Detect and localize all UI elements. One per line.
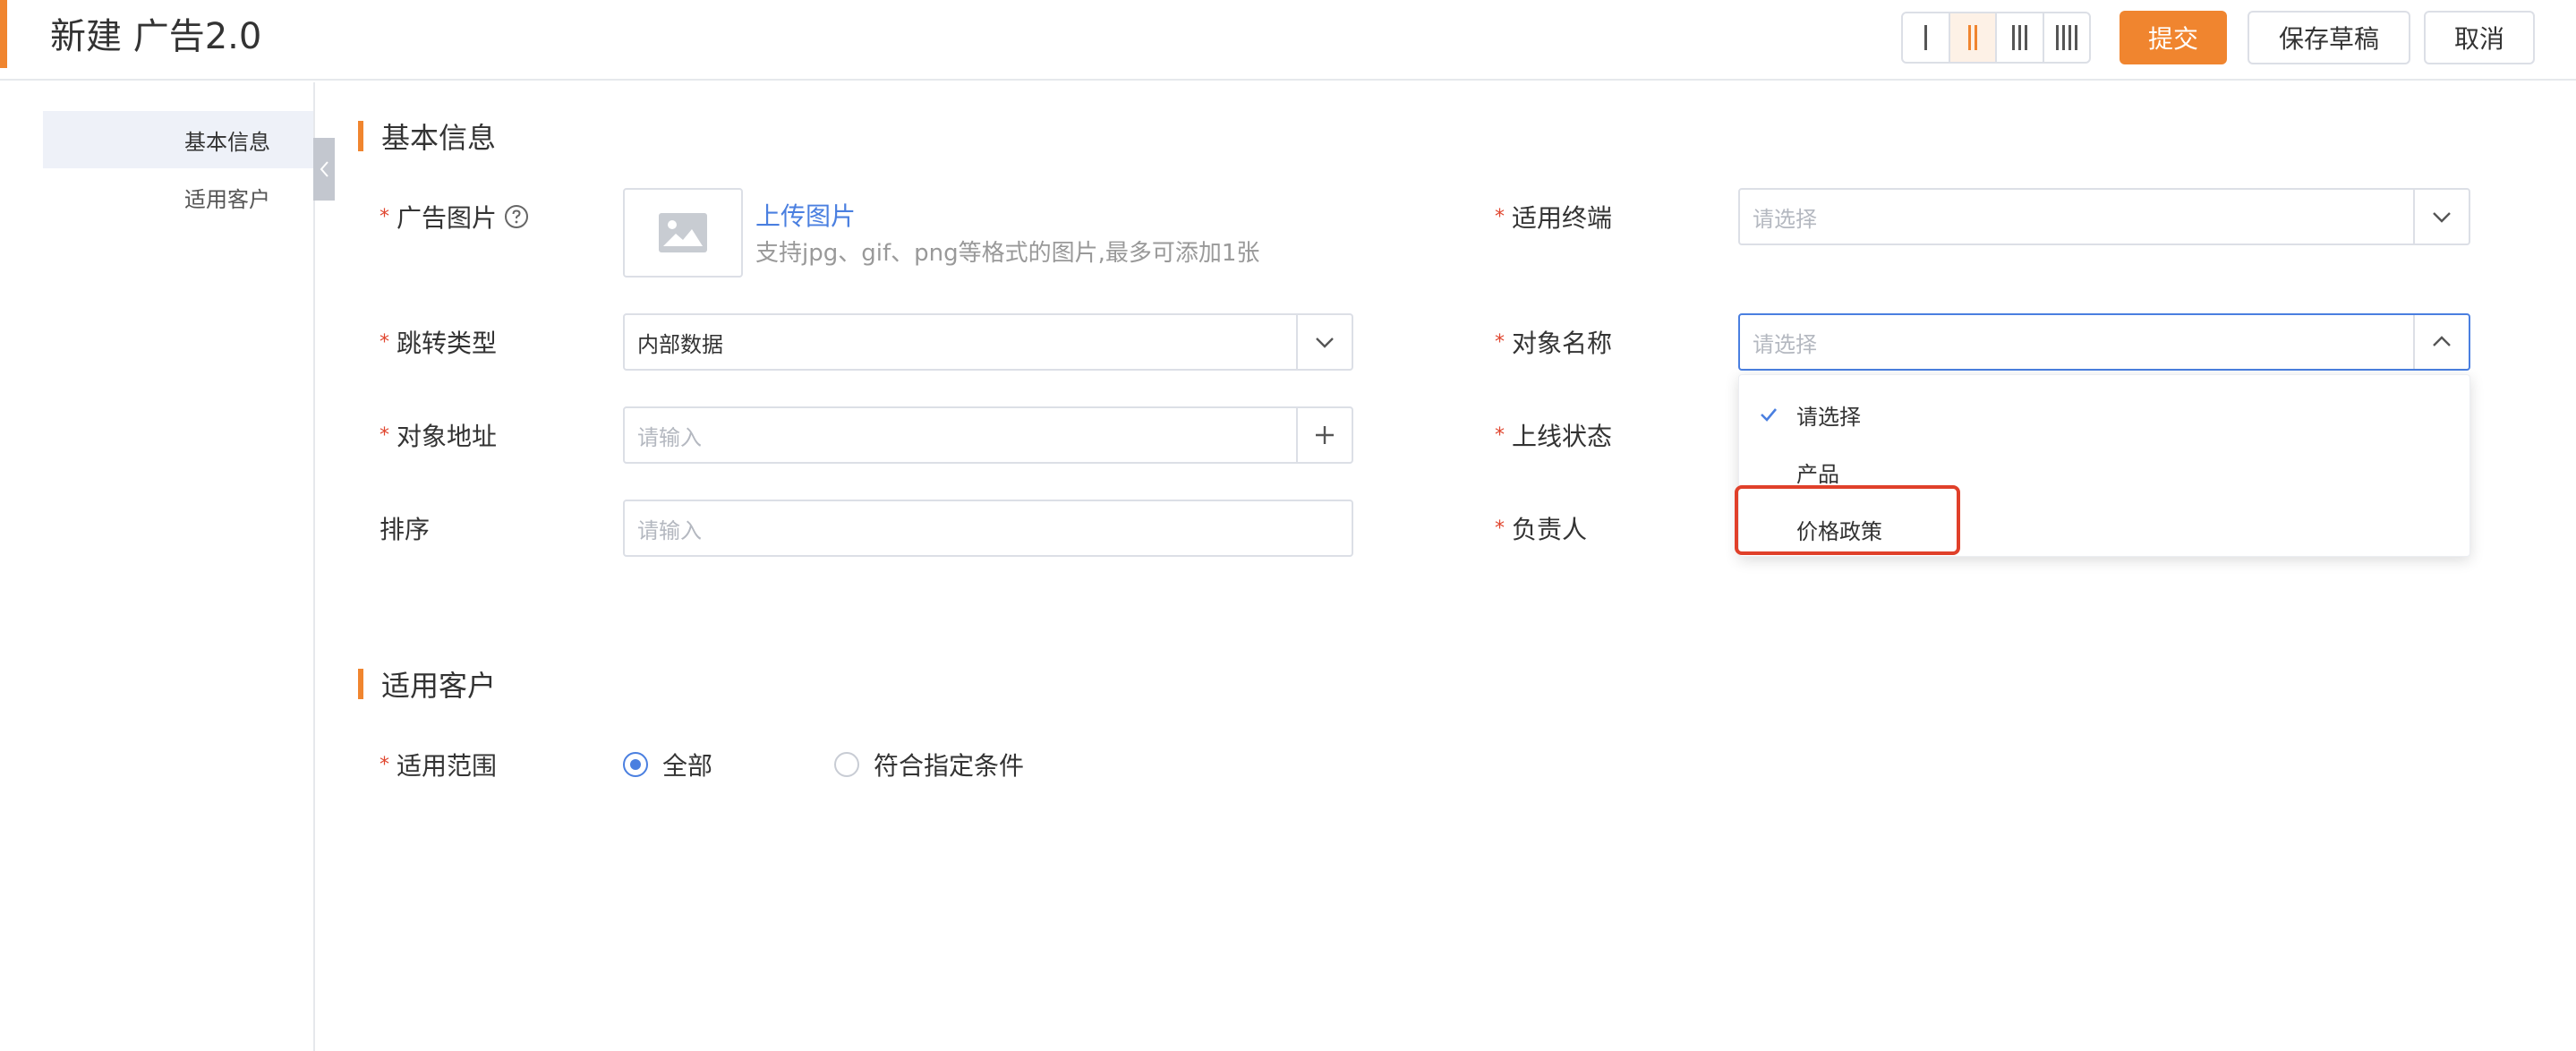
scope-label: * 适用范围 [380,747,497,782]
required-asterisk: * [1495,423,1505,447]
terminal-select[interactable]: 请选择 [1738,188,2470,245]
object-name-select-toggle[interactable] [2413,315,2469,369]
sidebar-item-applicable-customers[interactable]: 适用客户 [43,168,313,226]
required-asterisk: * [380,423,389,447]
required-asterisk: * [1495,517,1505,540]
online-status-label: * 上线状态 [1495,417,1612,453]
layout-one-column-button[interactable] [1903,13,1950,62]
dropdown-option-please-select[interactable]: 请选择 [1739,386,2469,443]
required-asterisk: * [380,330,389,354]
required-asterisk: * [380,205,389,228]
terminal-select-placeholder: 请选择 [1753,206,1817,232]
jump-type-label-text: 跳转类型 [397,329,498,358]
object-address-label-text: 对象地址 [397,422,498,451]
owner-label-text: 负责人 [1512,515,1588,544]
object-name-label: * 对象名称 [1495,324,1612,360]
layout-four-column-button[interactable] [2044,13,2090,62]
terminal-select-toggle[interactable] [2413,190,2469,244]
submit-button[interactable]: 提交 [2120,11,2227,64]
object-address-input[interactable]: 请输入 [623,406,1353,464]
jump-type-select-toggle[interactable] [1296,315,1352,369]
object-name-label-text: 对象名称 [1512,329,1613,358]
object-address-label: * 对象地址 [380,417,497,453]
chevron-up-icon [2433,336,2451,346]
upload-hint-text: 支持jpg、gif、png等格式的图片,最多可添加1张 [755,240,1260,267]
object-name-select-placeholder: 请选择 [1753,331,1817,357]
terminal-label-text: 适用终端 [1512,203,1613,233]
terminal-label: * 适用终端 [1495,199,1612,235]
layout-three-column-button[interactable] [1997,13,2044,62]
section-title-text: 适用客户 [381,669,497,703]
cancel-button[interactable]: 取消 [2424,11,2535,64]
section-title-basic-info: 基本信息 [358,120,496,155]
required-asterisk: * [1495,205,1505,228]
header-accent-bar [0,0,7,68]
scope-radio-all[interactable]: 全部 [623,747,712,782]
dropdown-option-price-policy[interactable]: 价格政策 [1739,500,2469,558]
column-layout-switcher [1901,12,2091,64]
section-title-applicable-customers: 适用客户 [358,668,496,703]
jump-type-select[interactable]: 内部数据 [623,313,1353,371]
image-placeholder-icon [659,213,707,252]
jump-type-value: 内部数据 [637,331,723,357]
help-question-icon[interactable] [504,204,529,229]
object-name-dropdown-menu: 请选择 产品 价格政策 [1738,374,2470,557]
section-title-text: 基本信息 [381,121,497,155]
upload-image-link[interactable]: 上传图片 [755,197,856,233]
required-asterisk: * [1495,330,1505,354]
ad-image-label: * 广告图片 [380,199,529,235]
dropdown-option-product[interactable]: 产品 [1739,443,2469,500]
chevron-left-icon [320,161,328,177]
dropdown-option-label: 产品 [1796,461,1839,487]
sort-label-text: 排序 [380,515,431,544]
sidebar-collapse-toggle[interactable] [313,138,335,201]
image-upload-box[interactable] [623,188,743,278]
radio-label: 全部 [662,751,713,781]
radio-circle [623,752,648,777]
scope-radio-conditions[interactable]: 符合指定条件 [834,747,1024,782]
check-icon [1761,408,1777,422]
required-asterisk: * [380,753,389,776]
sort-input[interactable]: 请输入 [623,500,1353,557]
section-accent-mark [358,121,363,151]
chevron-down-icon [2433,212,2451,223]
dropdown-option-label: 价格政策 [1796,518,1882,544]
layout-two-column-button[interactable] [1949,13,1997,62]
object-address-add-button[interactable] [1296,408,1352,462]
scope-label-text: 适用范围 [397,751,498,781]
plus-icon [1316,426,1334,444]
sort-placeholder: 请输入 [637,517,702,543]
sidebar-item-basic-info[interactable]: 基本信息 [43,111,313,168]
radio-circle [834,752,859,777]
sort-label: 排序 [380,510,430,546]
page-header: 新建 广告2.0 提交 保存草稿 取消 [0,0,2576,81]
radio-label: 符合指定条件 [874,751,1025,781]
ad-image-label-text: 广告图片 [397,203,498,233]
section-accent-mark [358,669,363,699]
online-status-label-text: 上线状态 [1512,422,1613,451]
jump-type-label: * 跳转类型 [380,324,497,360]
save-draft-button[interactable]: 保存草稿 [2248,11,2410,64]
chevron-down-icon [1316,338,1334,348]
owner-label: * 负责人 [1495,510,1587,546]
dropdown-option-label: 请选择 [1796,404,1861,430]
page-title: 新建 广告2.0 [50,16,262,57]
section-nav-sidebar: 基本信息 适用客户 [0,82,315,1051]
object-name-select[interactable]: 请选择 [1738,313,2470,371]
object-address-placeholder: 请输入 [637,424,702,450]
